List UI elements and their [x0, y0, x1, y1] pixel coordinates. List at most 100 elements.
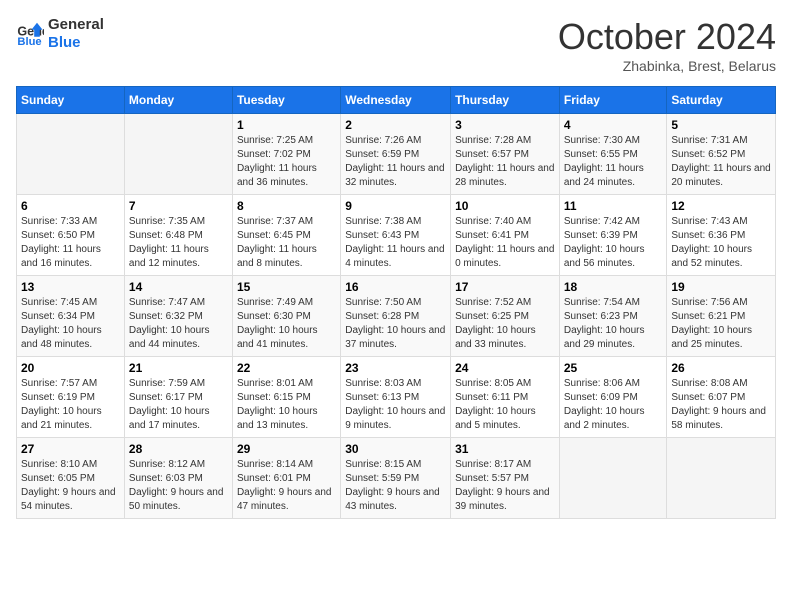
day-info: Sunrise: 8:03 AM Sunset: 6:13 PM Dayligh… [345, 377, 446, 433]
logo: General Blue General Blue [16, 16, 104, 52]
daylight-text: Daylight: 11 hours and 4 minutes. [345, 243, 446, 271]
sunrise-text: Sunrise: 8:15 AM [345, 458, 446, 472]
day-cell: 30 Sunrise: 8:15 AM Sunset: 5:59 PM Dayl… [341, 438, 451, 519]
day-info: Sunrise: 7:52 AM Sunset: 6:25 PM Dayligh… [455, 296, 555, 352]
day-info: Sunrise: 7:57 AM Sunset: 6:19 PM Dayligh… [21, 377, 120, 433]
sunrise-text: Sunrise: 8:03 AM [345, 377, 446, 391]
calendar-table: Sunday Monday Tuesday Wednesday Thursday… [16, 86, 776, 519]
daylight-text: Daylight: 10 hours and 21 minutes. [21, 405, 120, 433]
day-info: Sunrise: 7:33 AM Sunset: 6:50 PM Dayligh… [21, 215, 120, 271]
daylight-text: Daylight: 10 hours and 13 minutes. [237, 405, 336, 433]
sunset-text: Sunset: 6:55 PM [564, 148, 663, 162]
day-info: Sunrise: 7:56 AM Sunset: 6:21 PM Dayligh… [671, 296, 771, 352]
day-cell: 1 Sunrise: 7:25 AM Sunset: 7:02 PM Dayli… [232, 114, 340, 195]
day-info: Sunrise: 8:10 AM Sunset: 6:05 PM Dayligh… [21, 458, 120, 514]
day-number: 14 [129, 280, 228, 294]
day-info: Sunrise: 7:50 AM Sunset: 6:28 PM Dayligh… [345, 296, 446, 352]
page-header: General Blue General Blue October 2024 Z… [16, 16, 776, 74]
day-cell: 9 Sunrise: 7:38 AM Sunset: 6:43 PM Dayli… [341, 195, 451, 276]
sunset-text: Sunset: 6:21 PM [671, 310, 771, 324]
day-cell: 24 Sunrise: 8:05 AM Sunset: 6:11 PM Dayl… [451, 357, 560, 438]
sunset-text: Sunset: 6:01 PM [237, 472, 336, 486]
daylight-text: Daylight: 10 hours and 52 minutes. [671, 243, 771, 271]
sunset-text: Sunset: 6:25 PM [455, 310, 555, 324]
sunrise-text: Sunrise: 7:45 AM [21, 296, 120, 310]
daylight-text: Daylight: 10 hours and 41 minutes. [237, 324, 336, 352]
sunrise-text: Sunrise: 7:26 AM [345, 134, 446, 148]
day-info: Sunrise: 7:40 AM Sunset: 6:41 PM Dayligh… [455, 215, 555, 271]
day-number: 31 [455, 442, 555, 456]
day-info: Sunrise: 7:30 AM Sunset: 6:55 PM Dayligh… [564, 134, 663, 190]
week-row-3: 13 Sunrise: 7:45 AM Sunset: 6:34 PM Dayl… [17, 276, 776, 357]
logo-icon: General Blue [16, 20, 44, 48]
day-cell: 26 Sunrise: 8:08 AM Sunset: 6:07 PM Dayl… [667, 357, 776, 438]
header-row: Sunday Monday Tuesday Wednesday Thursday… [17, 87, 776, 114]
sunrise-text: Sunrise: 7:30 AM [564, 134, 663, 148]
col-friday: Friday [559, 87, 667, 114]
day-number: 2 [345, 118, 446, 132]
daylight-text: Daylight: 11 hours and 28 minutes. [455, 162, 555, 190]
sunrise-text: Sunrise: 7:50 AM [345, 296, 446, 310]
day-number: 5 [671, 118, 771, 132]
sunset-text: Sunset: 6:50 PM [21, 229, 120, 243]
day-cell: 20 Sunrise: 7:57 AM Sunset: 6:19 PM Dayl… [17, 357, 125, 438]
sunrise-text: Sunrise: 8:17 AM [455, 458, 555, 472]
day-cell: 25 Sunrise: 8:06 AM Sunset: 6:09 PM Dayl… [559, 357, 667, 438]
sunrise-text: Sunrise: 8:06 AM [564, 377, 663, 391]
day-number: 28 [129, 442, 228, 456]
sunset-text: Sunset: 6:36 PM [671, 229, 771, 243]
sunrise-text: Sunrise: 7:59 AM [129, 377, 228, 391]
sunrise-text: Sunrise: 7:31 AM [671, 134, 771, 148]
daylight-text: Daylight: 9 hours and 50 minutes. [129, 486, 228, 514]
daylight-text: Daylight: 10 hours and 44 minutes. [129, 324, 228, 352]
sunset-text: Sunset: 6:43 PM [345, 229, 446, 243]
sunrise-text: Sunrise: 7:40 AM [455, 215, 555, 229]
sunset-text: Sunset: 6:09 PM [564, 391, 663, 405]
daylight-text: Daylight: 9 hours and 47 minutes. [237, 486, 336, 514]
sunrise-text: Sunrise: 7:25 AM [237, 134, 336, 148]
day-info: Sunrise: 8:01 AM Sunset: 6:15 PM Dayligh… [237, 377, 336, 433]
day-number: 12 [671, 199, 771, 213]
day-cell: 2 Sunrise: 7:26 AM Sunset: 6:59 PM Dayli… [341, 114, 451, 195]
day-cell: 29 Sunrise: 8:14 AM Sunset: 6:01 PM Dayl… [232, 438, 340, 519]
col-saturday: Saturday [667, 87, 776, 114]
week-row-5: 27 Sunrise: 8:10 AM Sunset: 6:05 PM Dayl… [17, 438, 776, 519]
day-number: 24 [455, 361, 555, 375]
daylight-text: Daylight: 10 hours and 17 minutes. [129, 405, 228, 433]
day-cell: 19 Sunrise: 7:56 AM Sunset: 6:21 PM Dayl… [667, 276, 776, 357]
sunrise-text: Sunrise: 7:57 AM [21, 377, 120, 391]
sunrise-text: Sunrise: 7:47 AM [129, 296, 228, 310]
sunrise-text: Sunrise: 8:05 AM [455, 377, 555, 391]
day-cell: 13 Sunrise: 7:45 AM Sunset: 6:34 PM Dayl… [17, 276, 125, 357]
sunrise-text: Sunrise: 7:49 AM [237, 296, 336, 310]
day-info: Sunrise: 7:35 AM Sunset: 6:48 PM Dayligh… [129, 215, 228, 271]
daylight-text: Daylight: 10 hours and 25 minutes. [671, 324, 771, 352]
day-cell: 6 Sunrise: 7:33 AM Sunset: 6:50 PM Dayli… [17, 195, 125, 276]
day-info: Sunrise: 8:06 AM Sunset: 6:09 PM Dayligh… [564, 377, 663, 433]
day-cell: 27 Sunrise: 8:10 AM Sunset: 6:05 PM Dayl… [17, 438, 125, 519]
day-cell: 4 Sunrise: 7:30 AM Sunset: 6:55 PM Dayli… [559, 114, 667, 195]
sunset-text: Sunset: 6:11 PM [455, 391, 555, 405]
title-block: October 2024 Zhabinka, Brest, Belarus [558, 16, 776, 74]
day-info: Sunrise: 8:05 AM Sunset: 6:11 PM Dayligh… [455, 377, 555, 433]
daylight-text: Daylight: 11 hours and 20 minutes. [671, 162, 771, 190]
sunset-text: Sunset: 6:17 PM [129, 391, 228, 405]
sunrise-text: Sunrise: 7:33 AM [21, 215, 120, 229]
daylight-text: Daylight: 9 hours and 54 minutes. [21, 486, 120, 514]
day-number: 25 [564, 361, 663, 375]
sunrise-text: Sunrise: 7:52 AM [455, 296, 555, 310]
sunrise-text: Sunrise: 8:10 AM [21, 458, 120, 472]
sunrise-text: Sunrise: 7:28 AM [455, 134, 555, 148]
logo-line2: Blue [48, 34, 104, 52]
svg-text:Blue: Blue [17, 36, 41, 48]
day-number: 27 [21, 442, 120, 456]
col-sunday: Sunday [17, 87, 125, 114]
day-number: 10 [455, 199, 555, 213]
day-info: Sunrise: 7:47 AM Sunset: 6:32 PM Dayligh… [129, 296, 228, 352]
sunset-text: Sunset: 6:13 PM [345, 391, 446, 405]
day-info: Sunrise: 7:37 AM Sunset: 6:45 PM Dayligh… [237, 215, 336, 271]
day-info: Sunrise: 7:49 AM Sunset: 6:30 PM Dayligh… [237, 296, 336, 352]
day-cell: 18 Sunrise: 7:54 AM Sunset: 6:23 PM Dayl… [559, 276, 667, 357]
location-subtitle: Zhabinka, Brest, Belarus [558, 58, 776, 74]
daylight-text: Daylight: 11 hours and 32 minutes. [345, 162, 446, 190]
